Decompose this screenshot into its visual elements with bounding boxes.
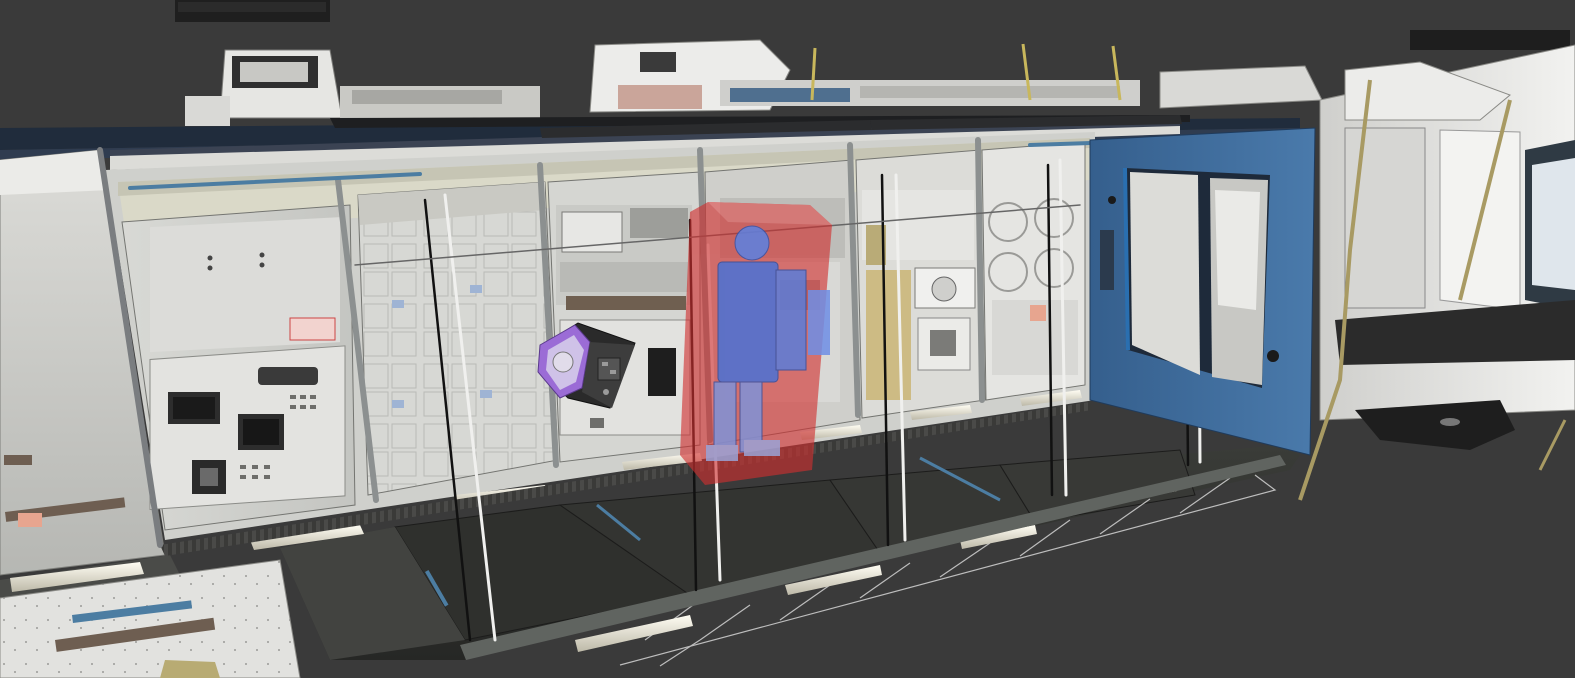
experiment-rack — [547, 171, 701, 463]
stowage-rack — [357, 181, 559, 496]
fan-rack — [981, 141, 1086, 401]
adjacent-node-module — [1298, 44, 1575, 501]
fluids-rack — [855, 149, 986, 419]
avionics-rack — [121, 204, 356, 531]
blue-hatch-frame — [1089, 127, 1316, 456]
scene-canvas[interactable] — [0, 0, 1575, 678]
3d-viewport[interactable] — [0, 0, 1575, 678]
